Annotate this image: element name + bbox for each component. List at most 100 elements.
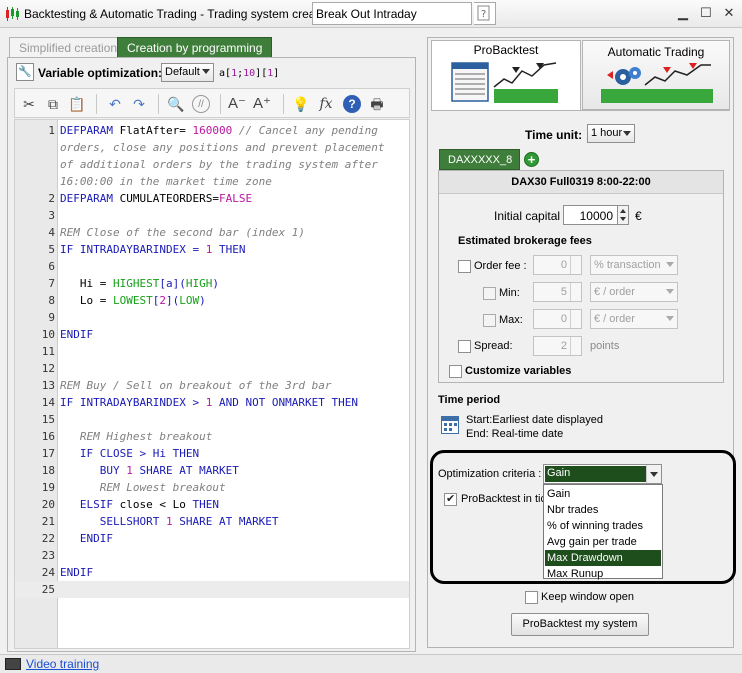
code-line[interactable]: 9: [15, 309, 409, 326]
maximize-icon[interactable]: ☐: [699, 6, 713, 20]
search-icon[interactable]: 🔍: [167, 95, 185, 113]
min-fee-unit-select[interactable]: € / order: [590, 282, 678, 302]
initial-capital-input[interactable]: 10000: [563, 205, 618, 225]
code-line[interactable]: 3: [15, 207, 409, 224]
option-avg-gain[interactable]: Avg gain per trade: [545, 534, 661, 550]
minimize-icon[interactable]: ▁: [676, 6, 690, 20]
code-line-current[interactable]: 25: [15, 581, 409, 598]
min-fee-checkbox[interactable]: [483, 287, 496, 300]
redo-icon[interactable]: ↷: [130, 95, 148, 113]
probacktest-ticks-label: ProBacktest in tick: [461, 493, 552, 505]
candlestick-app-icon: [6, 7, 19, 21]
function-icon[interactable]: fx: [317, 95, 335, 113]
code-line[interactable]: 23: [15, 547, 409, 564]
code-line[interactable]: 13 REM Buy / Sell on breakout of the 3rd …: [15, 377, 409, 394]
tab-creation-by-programming[interactable]: Creation by programming: [117, 37, 273, 57]
code-text: [a](: [159, 277, 186, 290]
system-name-field[interactable]: Break Out Intraday: [312, 2, 472, 25]
spread-checkbox[interactable]: [458, 340, 471, 353]
tip-bulb-icon[interactable]: 💡: [292, 95, 310, 113]
code-line[interactable]: 8 Lo = LOWEST[2](LOW): [15, 292, 409, 309]
option-gain[interactable]: Gain: [545, 486, 661, 502]
code-line[interactable]: 1 DEFPARAM FlatAfter= 160000 // Cancel an…: [15, 122, 409, 139]
option-max-drawdown[interactable]: Max Drawdown: [545, 550, 661, 566]
comment-icon[interactable]: //: [192, 95, 210, 113]
chevron-down-icon[interactable]: [646, 465, 661, 483]
time-unit-select[interactable]: 1 hour: [587, 124, 635, 143]
brokerage-fees-title: Estimated brokerage fees: [458, 235, 592, 247]
code-line[interactable]: 18 BUY 1 SHARE AT MARKET: [15, 462, 409, 479]
optimization-criteria-value: Gain: [545, 466, 647, 482]
code-line[interactable]: 6: [15, 258, 409, 275]
video-training-link[interactable]: Video training: [26, 657, 99, 671]
print-icon[interactable]: 🖶: [368, 95, 386, 113]
code-line[interactable]: 12: [15, 360, 409, 377]
code-line[interactable]: 15: [15, 411, 409, 428]
code-line[interactable]: 7 Hi = HIGHEST[a](HIGH): [15, 275, 409, 292]
code-line[interactable]: 16 REM Highest breakout: [15, 428, 409, 445]
keep-window-open-checkbox[interactable]: [525, 591, 538, 604]
code-line[interactable]: 2 DEFPARAM CUMULATEORDERS=FALSE: [15, 190, 409, 207]
initial-capital-stepper[interactable]: [617, 205, 629, 225]
variable-bracket: ][: [255, 68, 268, 79]
spread-stepper[interactable]: 2: [533, 336, 582, 356]
font-decrease-icon[interactable]: A⁻: [228, 95, 246, 113]
code-line[interactable]: 10 ENDIF: [15, 326, 409, 343]
option-nbr-trades[interactable]: Nbr trades: [545, 502, 661, 518]
option-max-runup[interactable]: Max Runup: [545, 566, 661, 582]
probacktest-ticks-checkbox[interactable]: [444, 492, 457, 506]
code-line[interactable]: 5 IF INTRADAYBARINDEX = 1 THEN: [15, 241, 409, 258]
initial-capital-label: Initial capital :: [494, 209, 567, 223]
line-number: 12: [41, 362, 55, 375]
paste-icon[interactable]: 📋: [68, 95, 86, 113]
tab-simplified-creation[interactable]: Simplified creation: [9, 37, 128, 57]
option-winning-trades[interactable]: % of winning trades: [545, 518, 661, 534]
code-editor[interactable]: 1 DEFPARAM FlatAfter= 160000 // Cancel an…: [14, 119, 410, 649]
code-line[interactable]: 14 IF INTRADAYBARINDEX > 1 AND NOT ONMARK…: [15, 394, 409, 411]
toolbar-separator: [96, 94, 97, 114]
close-icon[interactable]: ✕: [722, 6, 736, 20]
optimization-variables[interactable]: a[1;10][1]: [219, 68, 279, 79]
add-instrument-icon[interactable]: +: [524, 152, 539, 167]
copy-icon[interactable]: ⧉: [44, 95, 62, 113]
code-line[interactable]: 21 SELLSHORT 1 SHARE AT MARKET: [15, 513, 409, 530]
line-number: 20: [41, 498, 55, 511]
calendar-icon[interactable]: [441, 416, 459, 434]
code-function: HIGH: [185, 277, 213, 290]
code-line[interactable]: 16:00:00 in the market time zone: [15, 173, 409, 190]
variable-optimization-value: Default: [165, 66, 200, 78]
line-number: 10: [41, 328, 55, 341]
code-line[interactable]: 4 REM Close of the second bar (index 1): [15, 224, 409, 241]
max-fee-unit-select[interactable]: € / order: [590, 309, 678, 329]
code-line[interactable]: 19 REM Lowest breakout: [15, 479, 409, 496]
order-fee-unit-select[interactable]: % transaction: [590, 255, 678, 275]
code-line[interactable]: 22 ENDIF: [15, 530, 409, 547]
max-fee-stepper[interactable]: 0: [533, 309, 582, 329]
optimization-criteria-select[interactable]: Gain: [543, 464, 662, 484]
cut-icon[interactable]: ✂: [20, 95, 38, 113]
undo-icon[interactable]: ↶: [106, 95, 124, 113]
code-keyword: IF: [60, 396, 74, 409]
film-icon: [5, 658, 21, 670]
code-line[interactable]: 11: [15, 343, 409, 360]
max-fee-checkbox[interactable]: [483, 314, 496, 327]
order-fee-checkbox[interactable]: [458, 260, 471, 273]
font-increase-icon[interactable]: A⁺: [253, 95, 271, 113]
code-line[interactable]: 20 ELSIF close < Lo THEN: [15, 496, 409, 513]
order-fee-stepper[interactable]: 0: [533, 255, 582, 275]
customize-variables-checkbox[interactable]: [449, 365, 462, 378]
code-line[interactable]: 24 ENDIF: [15, 564, 409, 581]
wrench-icon[interactable]: 🔧: [16, 63, 34, 81]
help-icon[interactable]: ?: [343, 95, 361, 113]
min-fee-stepper[interactable]: 5: [533, 282, 582, 302]
code-comment: 16:00:00 in the market time zone: [60, 175, 272, 188]
probacktest-my-system-button[interactable]: ProBacktest my system: [511, 613, 649, 636]
code-keyword: DEFPARAM: [60, 124, 113, 137]
help-page-icon[interactable]: ?: [474, 2, 496, 25]
line-number: 7: [48, 277, 55, 290]
code-line[interactable]: orders, close any positions and prevent …: [15, 139, 409, 156]
variable-optimization-select[interactable]: Default: [161, 63, 214, 82]
code-line[interactable]: of additional orders by the trading syst…: [15, 156, 409, 173]
code-line[interactable]: 17 IF CLOSE > Hi THEN: [15, 445, 409, 462]
tab-instrument[interactable]: DAXXXXX_8: [439, 149, 520, 170]
